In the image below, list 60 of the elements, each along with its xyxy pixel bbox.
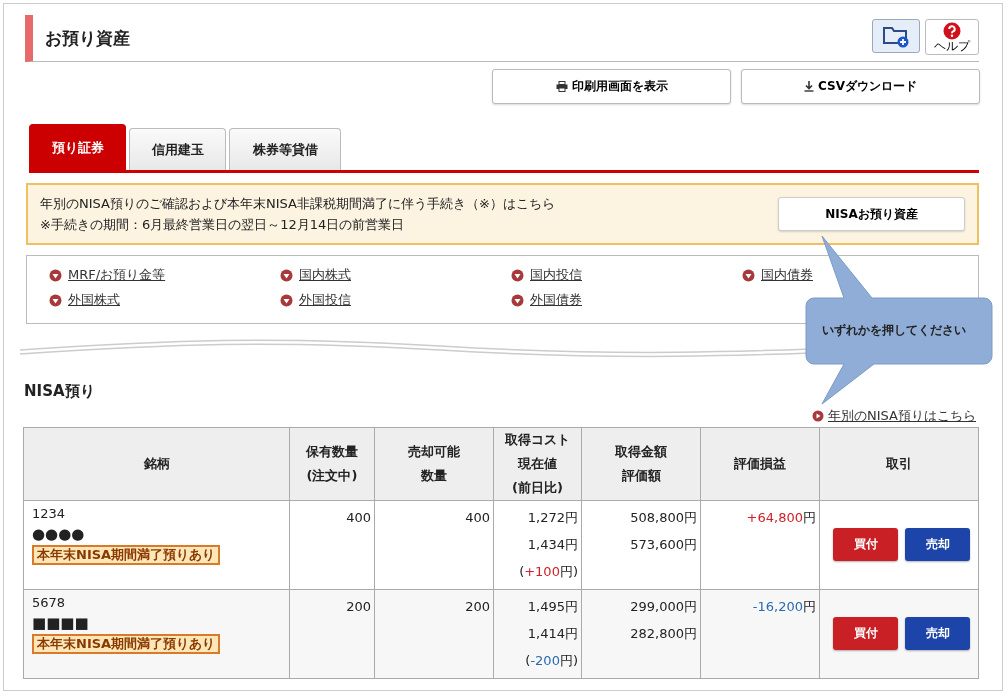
- column-header: 取得金額 評価額: [581, 427, 701, 501]
- tab[interactable]: 株券等貸借: [229, 128, 341, 170]
- column-header: 評価損益: [700, 427, 820, 501]
- expiry-tag: 本年末NISA期間満了預りあり: [32, 545, 221, 565]
- column-header: 取引: [819, 427, 979, 501]
- notice-text: 年別のNISA預りのご確認および本年末NISA非課税期間満了に伴う手続き（※）はこちら: [40, 195, 555, 213]
- table-cell-text: -16,200円: [751, 598, 816, 616]
- table-cell-text: 400: [464, 509, 490, 527]
- table-cell-text: 400: [345, 509, 371, 527]
- category-link[interactable]: MRF/お預り金等: [68, 266, 166, 284]
- table-cell-text: 1,414円: [526, 625, 578, 643]
- category-link[interactable]: 外国債券: [530, 291, 582, 309]
- download-icon: [804, 81, 814, 92]
- tab[interactable]: 預り証券: [29, 124, 126, 170]
- folder-plus-icon: [882, 24, 910, 48]
- table-cell-text: 282,800円: [629, 625, 697, 643]
- table-cell-text: 299,000円: [629, 598, 697, 616]
- column-header: 保有数量 (注文中): [289, 427, 375, 501]
- column-header: 取得コスト 現在値 (前日比): [493, 427, 582, 501]
- sell-button[interactable]: 売却: [905, 617, 970, 650]
- page-title: お預り資産: [45, 26, 130, 50]
- notice-text: ※手続きの期間：6月最終営業日の翌日～12月14日の前営業日: [40, 216, 406, 234]
- nisa-assets-button[interactable]: NISAお預り資産: [778, 197, 965, 231]
- table-cell-text: (+100円): [518, 563, 578, 581]
- category-link[interactable]: 国内債券: [761, 266, 813, 284]
- table-cell-text: 508,800円: [629, 509, 697, 527]
- callout-text: いずれかを押してください: [822, 322, 966, 339]
- stock-code: 1234: [32, 505, 67, 523]
- play-circle-icon: [812, 410, 825, 422]
- table-cell-text: 200: [464, 598, 490, 616]
- column-header: 銘柄: [23, 427, 290, 501]
- buy-button[interactable]: 買付: [833, 617, 898, 650]
- category-link[interactable]: 外国株式: [68, 291, 120, 309]
- table-cell-text: 1,495円: [526, 598, 578, 616]
- table-cell-text: (-200円): [524, 652, 578, 670]
- table-cell-text: +64,800円: [745, 509, 816, 527]
- yearly-nisa-link[interactable]: 年別のNISA預りはこちら: [828, 407, 976, 425]
- expiry-tag: 本年末NISA期間満了預りあり: [32, 634, 221, 654]
- stock-code: 5678: [32, 594, 67, 612]
- category-link[interactable]: 国内株式: [299, 266, 351, 284]
- tab[interactable]: 信用建玉: [129, 128, 226, 170]
- csv-download-button[interactable]: CSVダウンロード: [741, 69, 980, 104]
- section-title: NISA預り: [24, 382, 96, 401]
- category-link[interactable]: 外国投信: [299, 291, 351, 309]
- add-folder-button[interactable]: [872, 19, 920, 53]
- buy-button[interactable]: 買付: [833, 528, 898, 561]
- table-cell-text: 1,434円: [526, 536, 578, 554]
- help-icon: [943, 21, 961, 40]
- table-cell-text: 1,272円: [526, 509, 578, 527]
- help-label: ヘルプ: [934, 39, 970, 53]
- table-cell-text: 200: [345, 598, 371, 616]
- print-button[interactable]: 印刷用画面を表示: [492, 69, 731, 104]
- column-header: 売却可能 数量: [374, 427, 494, 501]
- help-button[interactable]: ヘルプ: [925, 19, 979, 55]
- stock-name: ■■■■: [32, 613, 90, 633]
- stock-name: ●●●●: [32, 524, 86, 544]
- sell-button[interactable]: 売却: [905, 528, 970, 561]
- category-link[interactable]: 国内投信: [530, 266, 582, 284]
- printer-icon: [555, 81, 568, 92]
- table-cell-text: 573,600円: [629, 536, 697, 554]
